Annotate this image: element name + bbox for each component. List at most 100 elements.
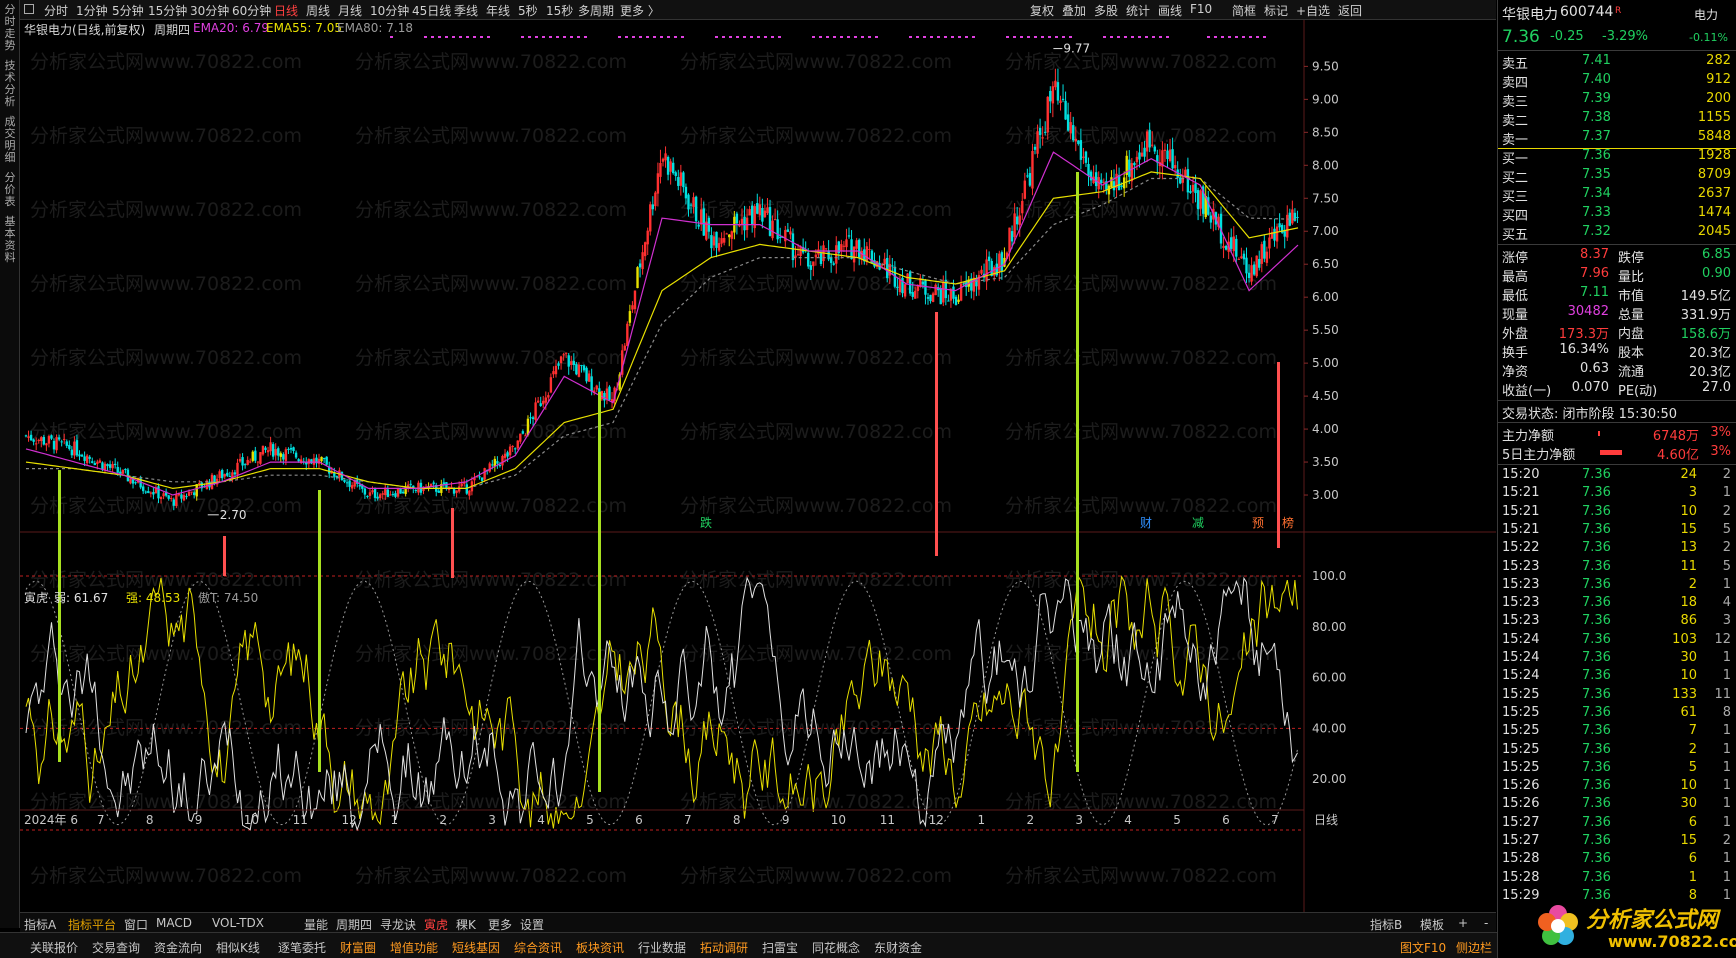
stat-value: 331.9万 (1680, 308, 1731, 323)
ind-tab-5[interactable]: 量能 (304, 916, 328, 933)
candle (1275, 223, 1279, 249)
left-tab-4[interactable]: 基本资料 (2, 216, 18, 264)
func-tab-12[interactable]: 扫雷宝 (762, 939, 798, 956)
ind-tab-6[interactable]: 周期四 (336, 916, 372, 933)
func-tab-14[interactable]: 东财资金 (874, 939, 922, 956)
window-icon[interactable] (24, 4, 34, 14)
period-tab-4[interactable]: 30分钟 (190, 2, 229, 19)
period-tab-3[interactable]: 15分钟 (148, 2, 187, 19)
candle (868, 238, 871, 260)
date-tick: 7 (97, 813, 105, 827)
candle (246, 456, 249, 466)
func-tab-10[interactable]: 行业数据 (638, 939, 686, 956)
func-tab-13[interactable]: 同花概念 (812, 939, 860, 956)
tool-0[interactable]: 复权 (1030, 2, 1054, 19)
watermark-text: 分析家公式网www.70822.com (355, 569, 627, 591)
left-tab-1[interactable]: 技术分析 (2, 60, 18, 108)
tool-4[interactable]: 画线 (1158, 2, 1182, 19)
period-tab-7[interactable]: 周线 (306, 2, 330, 19)
period-tab-9[interactable]: 10分钟 (370, 2, 409, 19)
period-tab-14[interactable]: 15秒 (546, 2, 573, 19)
tool-2[interactable]: 多股 (1094, 2, 1118, 19)
ind-tab-right-0[interactable]: 指标B (1370, 916, 1402, 933)
func-tab-1[interactable]: 交易查询 (92, 939, 140, 956)
tool-8[interactable]: +自选 (1296, 2, 1330, 19)
candle (1110, 170, 1113, 188)
func-tab-8[interactable]: 综合资讯 (514, 939, 562, 956)
func-tab-2[interactable]: 资金流向 (154, 939, 202, 956)
period-tab-6[interactable]: 日线 (274, 2, 298, 19)
tool-3[interactable]: 统计 (1126, 2, 1150, 19)
ind-tab-right-3[interactable]: - (1484, 916, 1488, 930)
ind-tab-3[interactable]: MACD (156, 916, 192, 930)
func-tab-right-0[interactable]: 图文F10 (1400, 939, 1446, 956)
candle (508, 444, 512, 459)
tool-1[interactable]: 叠加 (1062, 2, 1086, 19)
date-tick: 12 (342, 813, 357, 827)
left-tab-2[interactable]: 成交明细 (2, 116, 18, 164)
ind-tab-right-1[interactable]: 模板 (1420, 916, 1444, 933)
ind-tab-8[interactable]: 寅虎 (424, 916, 448, 933)
tick-row: 15:23 7.36 2 1 (1498, 576, 1736, 594)
tool-6[interactable]: 简框 (1232, 2, 1256, 19)
func-tab-5[interactable]: 财富圈 (340, 939, 376, 956)
func-tab-9[interactable]: 板块资讯 (576, 939, 624, 956)
order-label: 买四 (1502, 209, 1529, 224)
period-tab-2[interactable]: 5分钟 (112, 2, 144, 19)
order-label: 买五 (1502, 228, 1529, 243)
watermark-text: 分析家公式网www.70822.com (30, 273, 302, 295)
date-tick: 6 (635, 813, 643, 827)
period-tab-11[interactable]: 季线 (454, 2, 478, 19)
tick-time: 15:23 (1502, 613, 1540, 629)
candle (595, 384, 598, 393)
signal-dot (674, 36, 677, 38)
period-tab-13[interactable]: 5秒 (518, 2, 538, 19)
ind-tab-right-2[interactable]: + (1458, 916, 1468, 930)
period-tab-1[interactable]: 1分钟 (76, 2, 108, 19)
func-tab-3[interactable]: 相似K线 (216, 939, 260, 956)
ind-tab-4[interactable]: VOL-TDX (212, 916, 264, 930)
candle (824, 248, 828, 253)
left-tab-0[interactable]: 分时走势 (2, 4, 18, 52)
ind-tab-0[interactable]: 指标A (24, 916, 56, 933)
ind-tab-7[interactable]: 寻龙诀 (380, 916, 416, 933)
period-tab-8[interactable]: 月线 (338, 2, 362, 19)
candle (483, 467, 486, 483)
period-tab-15[interactable]: 多周期 (578, 2, 614, 19)
left-tab-3[interactable]: 分价表 (2, 172, 18, 208)
func-tab-11[interactable]: 拓动调研 (700, 939, 748, 956)
ind-tab-11[interactable]: 设置 (520, 916, 544, 933)
tick-count: 1 (1722, 576, 1731, 592)
ind-tab-2[interactable]: 窗口 (124, 916, 148, 933)
func-tab-4[interactable]: 逐笔委托 (278, 939, 326, 956)
period-tab-16[interactable]: 更多 〉 (620, 2, 660, 19)
period-tab-5[interactable]: 60分钟 (232, 2, 271, 19)
func-tab-7[interactable]: 短线基因 (452, 939, 500, 956)
candle (1082, 148, 1085, 165)
tool-7[interactable]: 标记 (1264, 2, 1288, 19)
signal-dot (930, 36, 933, 38)
tick-vol: 18 (1680, 595, 1697, 611)
func-tab-6[interactable]: 增值功能 (390, 939, 438, 956)
date-tick: 12 (929, 813, 944, 827)
candle (608, 385, 611, 401)
ind-tab-9[interactable]: 稞K (456, 916, 476, 933)
period-tab-0[interactable]: 分时 (44, 2, 68, 19)
period-tab-10[interactable]: 45日线 (412, 2, 451, 19)
tool-5[interactable]: F10 (1190, 2, 1212, 16)
candle (677, 169, 680, 191)
candle (549, 373, 553, 394)
legend-cycle: 周期四 (154, 23, 191, 37)
kline-chart[interactable]: 分析家公式网www.70822.com 分析家公式网www.70822.com 分析… (20, 20, 1496, 912)
func-tab-right-1[interactable]: 侧边栏 (1456, 939, 1492, 956)
ind-tab-1[interactable]: 指标平台 (68, 916, 116, 933)
sector-name[interactable]: 电力 (1694, 6, 1718, 23)
func-tab-0[interactable]: 关联报价 (30, 939, 78, 956)
ind-tab-10[interactable]: 更多 (488, 916, 512, 933)
period-tab-12[interactable]: 年线 (486, 2, 510, 19)
candle (1280, 223, 1284, 234)
stat-label: 外盘 (1502, 327, 1529, 342)
candle (1235, 234, 1238, 264)
candle (80, 453, 84, 457)
tool-9[interactable]: 返回 (1338, 2, 1362, 19)
